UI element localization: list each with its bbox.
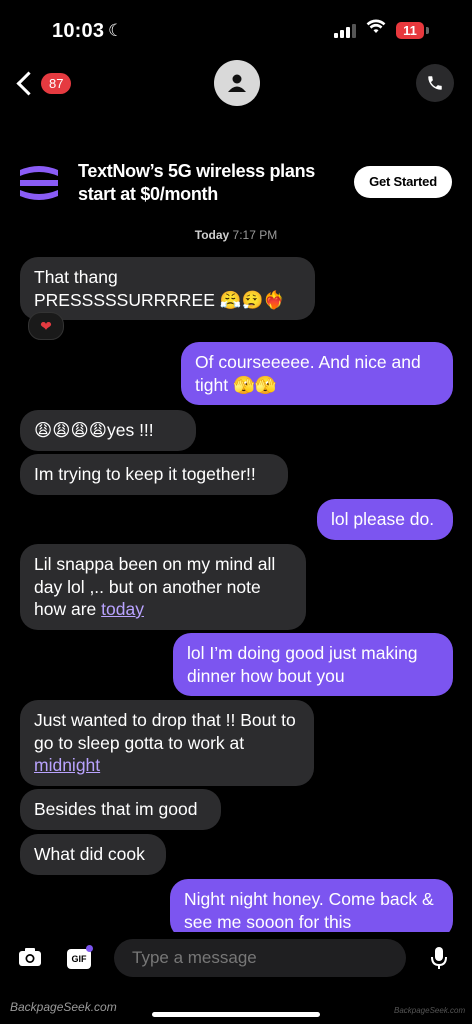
message-bubble-incoming[interactable]: Just wanted to drop that !! Bout to go t… xyxy=(20,700,314,786)
message-bubble-outgoing[interactable]: lol I’m doing good just making dinner ho… xyxy=(173,633,453,696)
phone-icon xyxy=(428,76,442,90)
message-bubble-outgoing[interactable]: lol please do. xyxy=(317,499,453,540)
moon-icon: ☾ xyxy=(108,21,124,40)
message-text: Im trying to keep it together!! xyxy=(34,464,256,484)
ad-headline: TextNow’s 5G wireless plans start at $0/… xyxy=(78,160,315,206)
watermark: BackpageSeek.com xyxy=(10,1000,117,1014)
person-icon xyxy=(228,74,246,92)
message-text: lol I’m doing good just making dinner ho… xyxy=(187,643,418,686)
message-bubble-incoming[interactable]: Im trying to keep it together!! xyxy=(20,454,288,495)
get-started-button[interactable]: Get Started xyxy=(354,166,452,198)
textnow-logo-icon xyxy=(20,166,58,200)
call-button[interactable] xyxy=(416,64,454,102)
message-link[interactable]: midnight xyxy=(34,755,100,775)
message-bubble-incoming[interactable]: That thang PRESSSSSURRRREE 😤😮‍💨❤️‍🔥 xyxy=(20,257,315,320)
message-text: What did cook xyxy=(34,844,145,864)
back-button[interactable]: 87 xyxy=(14,64,74,102)
message-text: Night night honey. Come back & see me so… xyxy=(184,889,434,932)
contact-avatar[interactable] xyxy=(214,60,260,106)
message-bubble-incoming[interactable]: 😩😩😩😩yes !!! xyxy=(20,410,196,451)
message-text: Lil snappa been on my mind all day lol ,… xyxy=(34,554,276,619)
message-bubble-incoming[interactable]: Besides that im good xyxy=(20,789,221,830)
microphone-icon[interactable] xyxy=(430,946,448,976)
message-composer: GIF Type a message BackpageSeek.com Back… xyxy=(0,932,472,1024)
date-header: Today 7:17 PM xyxy=(0,228,472,242)
message-text: 😩😩😩😩yes !!! xyxy=(34,420,154,440)
chevron-left-icon xyxy=(16,70,41,96)
message-bubble-incoming[interactable]: Lil snappa been on my mind all day lol ,… xyxy=(20,544,306,630)
message-bubble-incoming[interactable]: What did cook xyxy=(20,834,166,875)
ad-banner[interactable]: TextNow’s 5G wireless plans start at $0/… xyxy=(0,150,472,216)
cellular-signal-icon xyxy=(334,24,356,38)
message-bubble-outgoing[interactable]: Of courseeeee. And nice and tight 🫣🫣 xyxy=(181,342,453,405)
date-day: Today xyxy=(194,228,230,242)
battery-tip xyxy=(426,27,429,34)
ad-line-2: start at $0/month xyxy=(78,184,218,204)
date-time: 7:17 PM xyxy=(232,228,278,242)
message-text: Of courseeeee. And nice and tight 🫣🫣 xyxy=(195,352,421,395)
message-text: Just wanted to drop that !! Bout to go t… xyxy=(34,710,296,753)
status-time: 10:03 xyxy=(52,20,105,42)
wifi-icon xyxy=(366,18,386,41)
battery-icon: 11 xyxy=(396,22,424,39)
message-bubble-outgoing[interactable]: Night night honey. Come back & see me so… xyxy=(170,879,453,939)
message-text: Besides that im good xyxy=(34,799,198,819)
unread-count-badge: 87 xyxy=(41,72,72,94)
message-text: That thang PRESSSSSURRRREE 😤😮‍💨❤️‍🔥 xyxy=(34,267,286,310)
message-input[interactable]: Type a message xyxy=(114,939,406,977)
home-indicator[interactable] xyxy=(152,1012,320,1017)
ad-line-1: TextNow’s 5G wireless plans xyxy=(78,161,315,181)
camera-icon[interactable] xyxy=(18,947,42,973)
message-link[interactable]: today xyxy=(101,599,144,619)
status-bar: 10:03 ☾ 11 xyxy=(0,0,472,62)
gif-notification-dot xyxy=(86,945,93,952)
watermark-small: BackpageSeek.com xyxy=(394,1006,466,1015)
message-text: lol please do. xyxy=(331,509,435,529)
heart-reaction-icon[interactable]: ❤ xyxy=(28,312,64,340)
gif-button[interactable]: GIF xyxy=(67,949,91,969)
